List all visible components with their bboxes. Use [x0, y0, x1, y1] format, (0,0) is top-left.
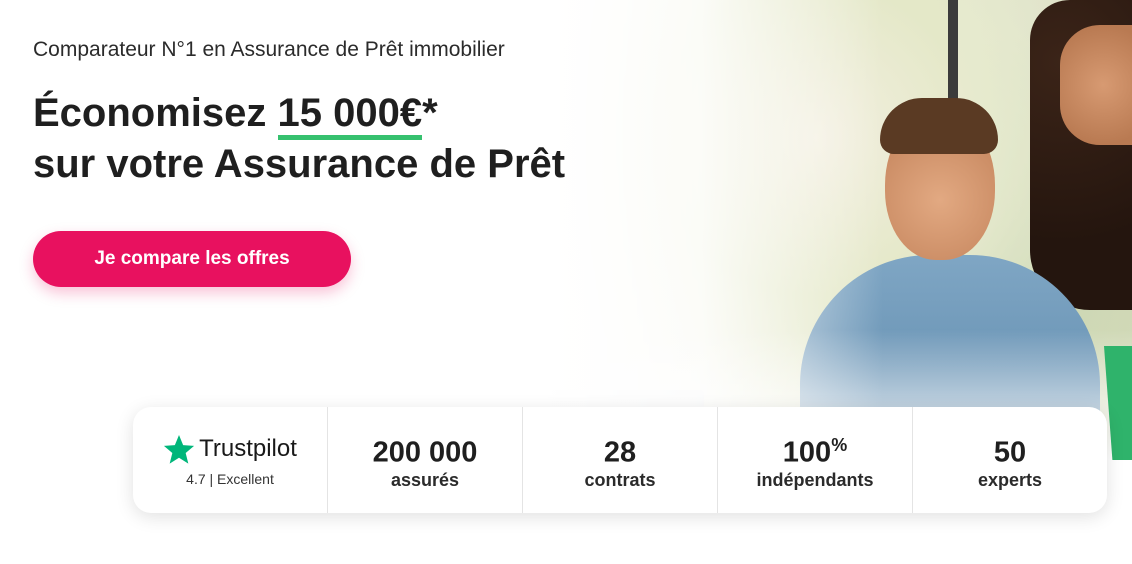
trustpilot-rating: 4.7 | Excellent [186, 471, 274, 487]
stat-value: 50 [993, 436, 1027, 469]
trustpilot-name: Trustpilot [199, 435, 297, 462]
stat-independent: 100% indépendants [717, 407, 912, 513]
stat-label: contrats [584, 470, 656, 491]
stat-value: 200 000 [372, 436, 478, 469]
headline-line2: sur votre Assurance de Prêt [33, 142, 566, 186]
trustpilot-widget[interactable]: Trustpilot 4.7 | Excellent [133, 407, 327, 513]
stat-experts: 50 experts [912, 407, 1107, 513]
compare-offers-button[interactable]: Je compare les offres [33, 231, 351, 287]
headline-amount: 15 000€ [277, 91, 423, 140]
headline-prefix: Économisez [33, 91, 278, 135]
trustpilot-logo: Trustpilot [163, 433, 297, 465]
stat-label: assurés [390, 470, 460, 491]
hero-subtitle: Comparateur N°1 en Assurance de Prêt imm… [33, 38, 505, 61]
hero-headline: Économisez 15 000€* sur votre Assurance … [33, 88, 565, 190]
stat-insured: 200 000 assurés [327, 407, 522, 513]
trustpilot-star-icon [164, 435, 195, 464]
stats-bar: Trustpilot 4.7 | Excellent 200 000 assur… [133, 407, 1107, 513]
stat-label: experts [977, 470, 1043, 491]
stat-value: 100% [782, 434, 848, 469]
stat-value: 28 [603, 436, 637, 469]
stat-label: indépendants [756, 470, 874, 491]
hero-section [0, 0, 1132, 460]
headline-asterisk: * [422, 91, 438, 135]
stat-contracts: 28 contrats [522, 407, 717, 513]
